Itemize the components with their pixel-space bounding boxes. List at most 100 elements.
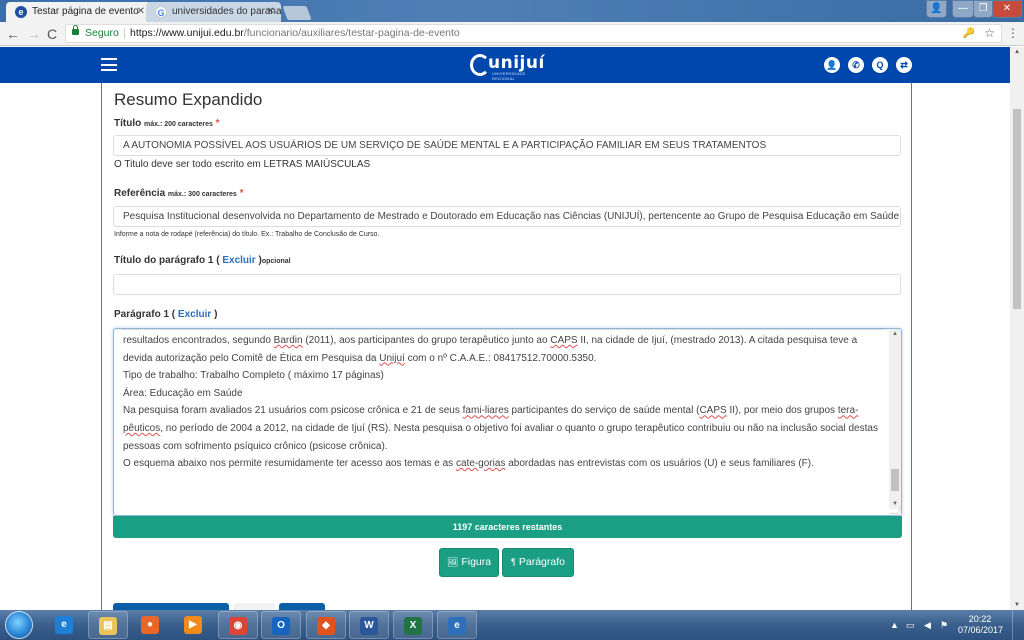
tab-close-icon[interactable]: ✕ [137,2,145,22]
translate-icon[interactable]: ⇄ [896,57,912,73]
url-text[interactable]: https://www.unijui.edu.br/funcionario/au… [130,25,460,42]
browser-toolbar: ← → C Seguro https://www.unijui.edu.br/f… [0,22,1024,46]
browser-menu-icon[interactable]: ⋮ [1007,26,1019,40]
network-icon[interactable]: ▭ [906,610,915,640]
misspelled-word: cate-gorias [455,458,506,470]
page-scrollbar[interactable]: ▲ ▼ [1010,47,1024,610]
excel-icon: X [404,617,422,635]
close-icon: ✕ [1002,3,1012,14]
misspelled-word: Bardin [273,335,303,346]
paragrafo-line: Área: Educação em Saúde [123,387,243,399]
forward-arrow-icon[interactable]: → [27,25,41,43]
user-icon: 👤 [930,3,943,14]
logo-mark-icon [470,54,490,76]
office-app-icon: ◆ [317,617,335,635]
excluir-paragrafo-link[interactable]: Excluir [178,309,211,320]
close-window-button[interactable]: ✕ [992,0,1022,18]
taskbar-media-player[interactable]: ▶ [173,611,213,639]
textarea-scrollbar[interactable]: ▲ ▼ [889,329,901,509]
button-label: Figura [461,556,492,568]
taskbar-word[interactable]: W [349,611,389,639]
secure-label[interactable]: Seguro [85,25,119,42]
referencia-input[interactable]: Pesquisa Institucional desenvolvida no D… [113,206,901,227]
paragrafo-line: O esquema abaixo nos permite resumidamen… [123,458,814,470]
paragrafo-textarea[interactable]: resultados encontrados, segundo Bardin (… [113,328,902,516]
tab-close-icon[interactable]: ✕ [267,2,275,22]
titulo-limit: máx.: 200 caracteres [144,121,213,128]
taskbar-excel[interactable]: X [393,611,433,639]
back-arrow-icon[interactable]: ← [6,25,20,43]
remaining-characters-badge: 1197 caracteres restantes [113,516,902,538]
new-tab-button[interactable] [282,6,312,20]
volume-icon[interactable]: ◀ [924,610,931,640]
paragrafo-text: resultados encontrados, segundo Bardin (… [123,332,883,473]
taskbar-file-explorer[interactable]: ▤ [88,611,128,639]
paragrafo-line: pêuticos, no período de 2004 a 2012, na … [123,422,878,434]
taskbar-chrome[interactable]: ◉ [218,611,258,639]
tab-universidades[interactable]: G universidades do parana ✕ [146,2,281,22]
label-text: Parágrafo 1 ( [114,309,176,320]
scroll-down-icon[interactable]: ▼ [1014,602,1020,608]
reload-icon[interactable]: C [47,25,57,43]
clock-time: 20:22 [968,614,992,624]
user-icon[interactable]: 👤 [824,57,840,73]
taskbar-firefox[interactable]: ● [130,611,170,639]
titulo-paragrafo-label: Título do parágrafo 1 ( Excluir )opciona… [114,255,291,266]
paragrafo-line: devida autorização pelo Comitê de Ética … [123,352,597,364]
site-header: unijuí UNIVERSIDADE REGIONAL 👤 ✆ Q ⇄ [0,47,1010,83]
divider [124,28,125,39]
taskbar-unijui-app[interactable]: e [437,611,477,639]
required-mark: * [239,188,244,199]
hamburger-menu-icon[interactable] [101,58,117,71]
section-title: Resumo Expandido [114,90,263,109]
scroll-thumb[interactable] [1013,109,1021,309]
start-button[interactable] [5,611,33,639]
address-bar[interactable]: Seguro https://www.unijui.edu.br/funcion… [65,24,1002,43]
referencia-label: Referência máx.: 300 caracteres * [114,188,244,199]
action-center-flag-icon[interactable]: ⚑ [940,610,948,640]
titulo-paragrafo-input[interactable] [113,274,901,295]
key-icon[interactable]: 🔑 [963,25,975,42]
misspelled-word: fami-liares [462,405,509,417]
paragrafo-label: Parágrafo 1 ( Excluir ) [114,309,217,320]
maximize-icon: ❐ [978,3,988,14]
file-explorer-icon: ▤ [99,617,117,635]
logo-text: unijuí [488,53,545,73]
minimize-button[interactable]: — [952,0,974,18]
offscreen-button[interactable] [279,603,325,610]
misspelled-word: Unijuí [379,352,405,364]
firefox-icon: ● [141,616,159,634]
phone-icon[interactable]: ✆ [848,57,864,73]
taskbar-office-app[interactable]: ◆ [306,611,346,639]
offscreen-button[interactable] [113,603,229,610]
show-desktop-button[interactable] [1012,610,1024,640]
taskbar-outlook[interactable]: O [261,611,301,639]
google-favicon-icon: G [155,6,167,18]
taskbar-internet-explorer[interactable]: e [44,611,84,639]
tray-expand-icon[interactable]: ▲ [890,610,899,640]
unijui-logo[interactable]: unijuí UNIVERSIDADE REGIONAL [470,52,546,81]
add-figura-button[interactable]: 🖼 Figura [439,548,499,577]
search-icon[interactable]: Q [872,57,888,73]
bookmark-star-icon[interactable]: ☆ [984,25,995,42]
misspelled-word: tera- [837,405,859,417]
tab-label: Testar página de evento [32,6,139,17]
internet-explorer-icon: e [55,616,73,634]
profile-button[interactable]: 👤 [926,0,947,18]
add-paragrafo-button[interactable]: ¶ Parágrafo [502,548,574,577]
system-clock[interactable]: 20:22 07/06/2017 [958,614,1003,636]
titulo-input[interactable]: A AUTONOMIA POSSÍVEL AOS USUÁRIOS DE UM … [113,135,901,156]
lock-icon [72,25,79,35]
label-text: Título do parágrafo 1 ( [114,255,220,266]
referencia-label-text: Referência [114,188,166,199]
paragrafo-line: Na pesquisa foram avaliados 21 usuários … [123,405,859,417]
image-icon: 🖼 [446,557,459,567]
scroll-thumb[interactable] [891,469,899,491]
offscreen-button[interactable] [233,603,275,610]
maximize-button[interactable]: ❐ [973,0,993,18]
scroll-up-icon[interactable]: ▲ [1014,49,1020,55]
paragrafo-line: pessoas com sofrimento psíquico crônico … [123,440,388,452]
tab-testar-pagina[interactable]: e Testar página de evento ✕ [6,2,151,22]
scroll-up-icon[interactable]: ▲ [892,331,898,337]
excluir-titulo-paragrafo-link[interactable]: Excluir [222,255,255,266]
